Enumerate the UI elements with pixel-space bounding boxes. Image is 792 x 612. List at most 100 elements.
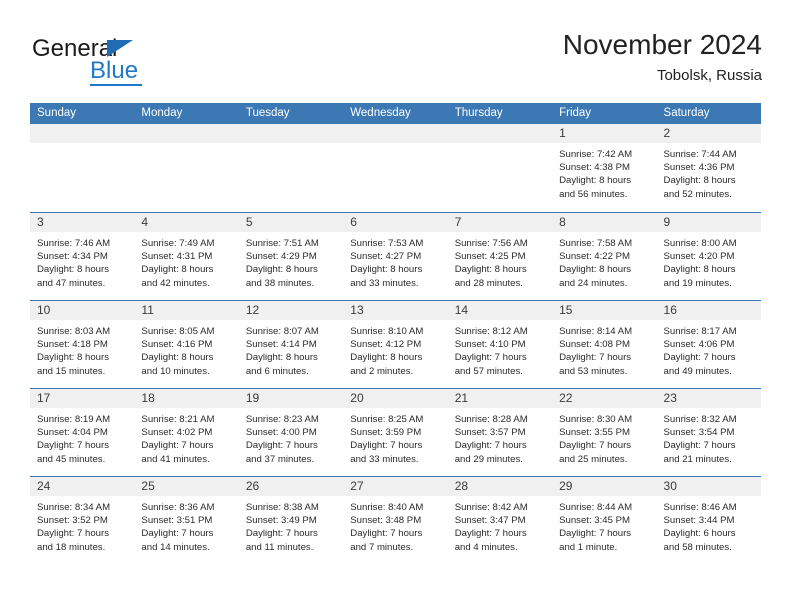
daylight-text-line2: and 1 minute. bbox=[559, 541, 618, 553]
day-number-strip: 1 bbox=[552, 124, 657, 143]
day-number-strip bbox=[343, 124, 448, 143]
calendar-day-cell-empty bbox=[447, 124, 553, 212]
daylight-text-line1: Daylight: 7 hours bbox=[141, 528, 214, 540]
calendar-day-cell[interactable]: 9 Sunrise: 8:00 AM Sunset: 4:20 PM Daylight… bbox=[656, 213, 761, 300]
daylight-text-line1: Daylight: 7 hours bbox=[350, 528, 423, 540]
day-sun-info: Sunrise: 8:42 AM Sunset: 3:47 PM Daylight:… bbox=[448, 496, 552, 554]
day-sun-info: Sunrise: 7:46 AM Sunset: 4:34 PM Daylight:… bbox=[30, 232, 134, 290]
calendar-day-cell[interactable]: 19 Sunrise: 8:23 AM Sunset: 4:00 PM Dayligh… bbox=[238, 389, 344, 476]
sunrise-text: Sunrise: 8:28 AM bbox=[454, 414, 528, 425]
day-sun-info: Sunrise: 8:07 AM Sunset: 4:14 PM Daylight:… bbox=[239, 320, 343, 378]
sunrise-text: Sunrise: 8:00 AM bbox=[663, 238, 737, 249]
day-number: 2 bbox=[663, 126, 671, 140]
sunset-text: Sunset: 3:47 PM bbox=[454, 515, 526, 527]
calendar-day-cell[interactable]: 7 Sunrise: 7:56 AM Sunset: 4:25 PM Daylight… bbox=[447, 213, 553, 300]
daylight-text-line1: Daylight: 8 hours bbox=[454, 264, 527, 276]
day-number: 7 bbox=[454, 215, 462, 229]
calendar-day-cell[interactable]: 26 Sunrise: 8:38 AM Sunset: 3:49 PM Dayligh… bbox=[238, 477, 344, 564]
sunrise-text: Sunrise: 8:14 AM bbox=[559, 326, 633, 337]
sunrise-text: Sunrise: 8:12 AM bbox=[454, 326, 528, 337]
calendar-day-cell[interactable]: 4 Sunrise: 7:49 AM Sunset: 4:31 PM Daylight… bbox=[134, 213, 239, 300]
sunset-text: Sunset: 4:27 PM bbox=[350, 251, 422, 263]
calendar-day-cell[interactable]: 8 Sunrise: 7:58 AM Sunset: 4:22 PM Daylight… bbox=[552, 213, 657, 300]
day-number-strip: 18 bbox=[134, 389, 239, 408]
calendar-day-cell[interactable]: 15 Sunrise: 8:14 AM Sunset: 4:08 PM Dayligh… bbox=[552, 301, 657, 388]
day-number: 20 bbox=[350, 391, 364, 405]
calendar-day-cell[interactable]: 12 Sunrise: 8:07 AM Sunset: 4:14 PM Dayligh… bbox=[238, 301, 344, 388]
calendar-day-cell[interactable]: 27 Sunrise: 8:40 AM Sunset: 3:48 PM Dayligh… bbox=[343, 477, 448, 564]
daylight-text-line2: and 29 minutes. bbox=[454, 453, 523, 465]
sunset-text: Sunset: 4:34 PM bbox=[37, 251, 108, 263]
calendar-table: Sunday Monday Tuesday Wednesday Thursday Frid… bbox=[30, 103, 761, 564]
calendar-day-cell[interactable]: 3 Sunrise: 7:46 AM Sunset: 4:34 PM Daylight… bbox=[30, 213, 135, 300]
daylight-text-line1: Daylight: 7 hours bbox=[245, 440, 318, 452]
day-number-strip: 6 bbox=[343, 213, 448, 232]
calendar-day-cell[interactable]: 6 Sunrise: 7:53 AM Sunset: 4:27 PM Daylight… bbox=[343, 213, 448, 300]
daylight-text-line1: Daylight: 7 hours bbox=[559, 352, 632, 364]
daylight-text-line2: and 57 minutes. bbox=[454, 365, 523, 377]
day-number-strip: 5 bbox=[238, 213, 344, 232]
calendar-day-cell[interactable]: 20 Sunrise: 8:25 AM Sunset: 3:59 PM Dayligh… bbox=[343, 389, 448, 476]
sunset-text: Sunset: 3:59 PM bbox=[350, 427, 422, 439]
day-number: 3 bbox=[37, 215, 44, 229]
calendar-day-cell[interactable]: 22 Sunrise: 8:30 AM Sunset: 3:55 PM Dayligh… bbox=[552, 389, 657, 476]
calendar-day-cell[interactable]: 16 Sunrise: 8:17 AM Sunset: 4:06 PM Dayligh… bbox=[656, 301, 761, 388]
daylight-text-line2: and 56 minutes. bbox=[559, 188, 628, 200]
sunset-text: Sunset: 3:54 PM bbox=[663, 427, 735, 439]
calendar-day-cell[interactable]: 23 Sunrise: 8:32 AM Sunset: 3:54 PM Dayligh… bbox=[656, 389, 761, 476]
daylight-text-line1: Daylight: 8 hours bbox=[245, 264, 318, 276]
calendar-day-cell-empty bbox=[30, 124, 135, 212]
calendar-day-cell[interactable]: 24 Sunrise: 8:34 AM Sunset: 3:52 PM Dayligh… bbox=[30, 477, 135, 564]
daylight-text-line1: Daylight: 8 hours bbox=[141, 264, 214, 276]
sunrise-text: Sunrise: 8:40 AM bbox=[350, 502, 424, 513]
general-blue-logo[interactable]: General Blue bbox=[32, 36, 202, 88]
sunset-text: Sunset: 4:36 PM bbox=[663, 162, 735, 174]
calendar-day-cell[interactable]: 13 Sunrise: 8:10 AM Sunset: 4:12 PM Dayligh… bbox=[343, 301, 448, 388]
daylight-text-line1: Daylight: 7 hours bbox=[37, 528, 109, 540]
day-number: 17 bbox=[37, 391, 51, 405]
day-sun-info: Sunrise: 8:38 AM Sunset: 3:49 PM Daylight:… bbox=[239, 496, 343, 554]
sunrise-text: Sunrise: 7:42 AM bbox=[559, 149, 633, 160]
calendar-day-cell[interactable]: 25 Sunrise: 8:36 AM Sunset: 3:51 PM Dayligh… bbox=[134, 477, 239, 564]
day-number-strip: 16 bbox=[656, 301, 761, 320]
daylight-text-line1: Daylight: 7 hours bbox=[663, 440, 736, 452]
daylight-text-line2: and 41 minutes. bbox=[141, 453, 210, 465]
calendar-day-cell-empty bbox=[134, 124, 239, 212]
calendar-day-cell[interactable]: 28 Sunrise: 8:42 AM Sunset: 3:47 PM Dayligh… bbox=[447, 477, 553, 564]
page-header: General Blue November 2024 Tobolsk, Russ… bbox=[30, 28, 762, 96]
daylight-text-line2: and 52 minutes. bbox=[663, 188, 732, 200]
sunset-text: Sunset: 3:55 PM bbox=[559, 427, 631, 439]
day-sun-info: Sunrise: 7:56 AM Sunset: 4:25 PM Daylight:… bbox=[448, 232, 552, 290]
calendar-day-cell[interactable]: 1 Sunrise: 7:42 AM Sunset: 4:38 PM Daylight… bbox=[552, 124, 657, 212]
calendar-day-cell[interactable]: 29 Sunrise: 8:44 AM Sunset: 3:45 PM Dayligh… bbox=[552, 477, 657, 564]
sunrise-text: Sunrise: 8:03 AM bbox=[37, 326, 111, 337]
day-number: 19 bbox=[245, 391, 260, 405]
daylight-text-line1: Daylight: 8 hours bbox=[663, 264, 736, 276]
calendar-day-cell[interactable]: 11 Sunrise: 8:05 AM Sunset: 4:16 PM Dayligh… bbox=[134, 301, 239, 388]
triangle-icon bbox=[107, 40, 133, 57]
daylight-text-line1: Daylight: 6 hours bbox=[663, 528, 736, 540]
daylight-text-line1: Daylight: 7 hours bbox=[559, 528, 632, 540]
calendar-day-cell[interactable]: 2 Sunrise: 7:44 AM Sunset: 4:36 PM Daylight… bbox=[656, 124, 761, 212]
day-number-strip: 28 bbox=[447, 477, 553, 496]
sunset-text: Sunset: 4:10 PM bbox=[454, 339, 526, 351]
day-sun-info: Sunrise: 8:32 AM Sunset: 3:54 PM Daylight:… bbox=[657, 408, 761, 466]
day-sun-info: Sunrise: 8:12 AM Sunset: 4:10 PM Daylight:… bbox=[448, 320, 552, 378]
calendar-day-cell[interactable]: 17 Sunrise: 8:19 AM Sunset: 4:04 PM Dayligh… bbox=[30, 389, 135, 476]
calendar-day-cell[interactable]: 5 Sunrise: 7:51 AM Sunset: 4:29 PM Daylight… bbox=[238, 213, 344, 300]
sunset-text: Sunset: 3:49 PM bbox=[245, 515, 317, 527]
day-number-strip: 29 bbox=[552, 477, 657, 496]
calendar-day-cell[interactable]: 21 Sunrise: 8:28 AM Sunset: 3:57 PM Dayligh… bbox=[447, 389, 553, 476]
calendar-day-cell[interactable]: 14 Sunrise: 8:12 AM Sunset: 4:10 PM Dayligh… bbox=[447, 301, 553, 388]
calendar-day-cell[interactable]: 30 Sunrise: 8:46 AM Sunset: 3:44 PM Dayligh… bbox=[656, 477, 761, 564]
day-sun-info: Sunrise: 7:53 AM Sunset: 4:27 PM Daylight:… bbox=[343, 232, 447, 290]
page-title: November 2024 bbox=[562, 29, 762, 60]
calendar-day-cell[interactable]: 10 Sunrise: 8:03 AM Sunset: 4:18 PM Dayligh… bbox=[30, 301, 135, 388]
day-sun-info: Sunrise: 8:23 AM Sunset: 4:00 PM Daylight:… bbox=[239, 408, 343, 466]
daylight-text-line1: Daylight: 8 hours bbox=[245, 352, 318, 364]
calendar-day-cell[interactable]: 18 Sunrise: 8:21 AM Sunset: 4:02 PM Dayligh… bbox=[134, 389, 239, 476]
day-sun-info: Sunrise: 8:21 AM Sunset: 4:02 PM Daylight:… bbox=[134, 408, 238, 466]
daylight-text-line2: and 33 minutes. bbox=[350, 277, 419, 289]
day-number: 4 bbox=[141, 215, 149, 229]
day-number-strip: 20 bbox=[343, 389, 448, 408]
